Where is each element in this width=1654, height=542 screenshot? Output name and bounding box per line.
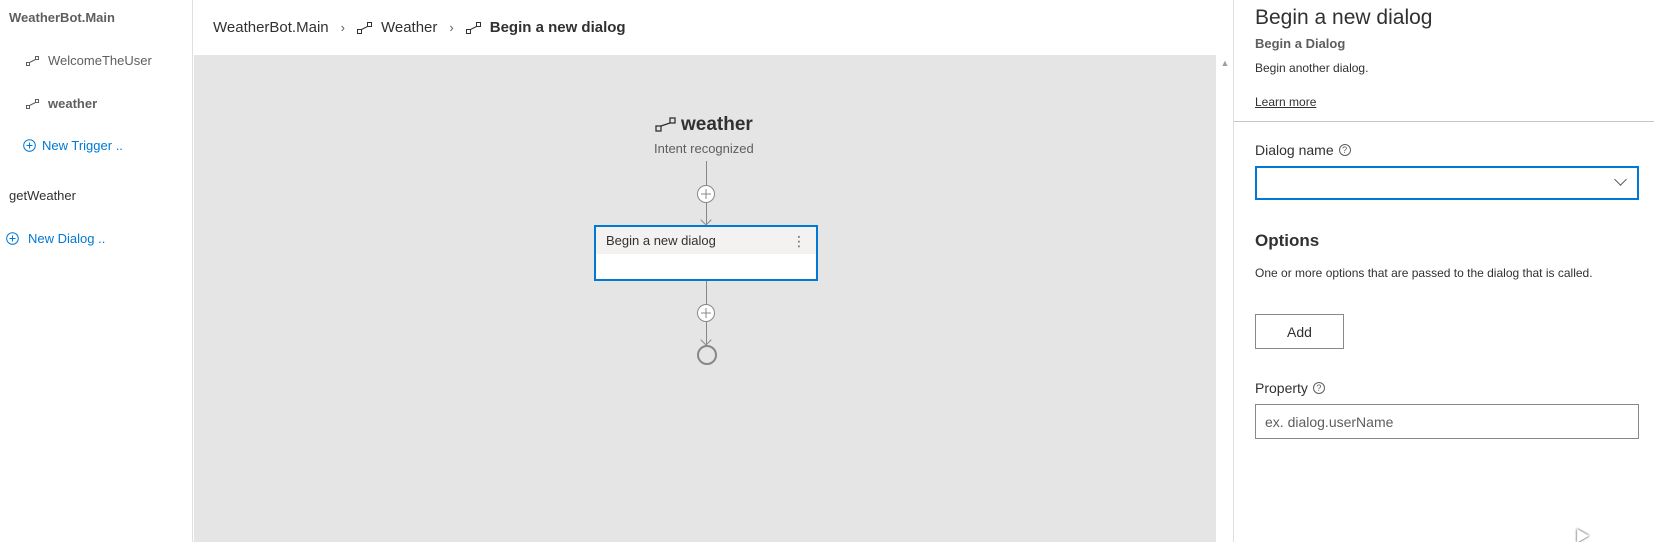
sidebar-dialog-label: WeatherBot.Main bbox=[9, 10, 115, 25]
dialog-name-dropdown[interactable] bbox=[1255, 166, 1639, 200]
plus-icon bbox=[701, 189, 711, 199]
property-label: Property ? bbox=[1255, 380, 1325, 396]
more-options-icon[interactable]: ⋮ bbox=[792, 234, 806, 248]
options-heading: Options bbox=[1255, 231, 1320, 250]
action-card-title: Begin a new dialog bbox=[606, 233, 716, 248]
divider bbox=[1234, 121, 1654, 122]
panel-subtitle: Begin a Dialog bbox=[1255, 36, 1346, 51]
sidebar-trigger-welcometheuser[interactable]: WelcomeTheUser bbox=[26, 53, 152, 68]
trigger-icon bbox=[465, 21, 482, 35]
trigger-node-subtitle: Intent recognized bbox=[654, 141, 754, 156]
sidebar-dialog-label: getWeather bbox=[9, 188, 76, 203]
options-description: One or more options that are passed to t… bbox=[1255, 266, 1593, 280]
new-dialog-button[interactable]: New Dialog .. bbox=[6, 231, 105, 246]
dialog-name-label: Dialog name ? bbox=[1255, 142, 1351, 158]
help-icon[interactable]: ? bbox=[1312, 382, 1325, 394]
panel-description: Begin another dialog. bbox=[1255, 61, 1369, 75]
chevron-right-icon: › bbox=[340, 20, 345, 35]
trigger-icon bbox=[26, 98, 40, 110]
learn-more-link[interactable]: Learn more bbox=[1255, 95, 1316, 109]
action-card-begin-dialog[interactable]: Begin a new dialog ⋮ bbox=[594, 225, 818, 281]
panel-title: Begin a new dialog bbox=[1255, 6, 1433, 29]
property-panel: Begin a new dialog Begin a Dialog Begin … bbox=[1233, 0, 1654, 542]
add-action-button[interactable] bbox=[697, 185, 715, 203]
new-dialog-label: New Dialog .. bbox=[28, 231, 106, 246]
breadcrumb-label: Weather bbox=[380, 19, 438, 36]
add-circle-icon bbox=[6, 232, 19, 245]
scroll-up-icon[interactable]: ▲ bbox=[1218, 56, 1232, 70]
plus-icon bbox=[701, 308, 711, 318]
add-action-button[interactable] bbox=[697, 304, 715, 322]
help-icon[interactable]: ? bbox=[1338, 144, 1351, 156]
breadcrumb: WeatherBot.Main › Weather › Begin a new … bbox=[194, 0, 1232, 55]
breadcrumb-item-current[interactable]: Begin a new dialog bbox=[465, 19, 626, 36]
chevron-right-icon: › bbox=[449, 20, 454, 35]
new-trigger-button[interactable]: New Trigger .. bbox=[23, 138, 123, 153]
trigger-icon bbox=[26, 55, 40, 67]
new-trigger-label: New Trigger .. bbox=[42, 138, 123, 153]
trigger-icon bbox=[655, 116, 677, 134]
add-option-button[interactable]: Add bbox=[1255, 314, 1344, 349]
dialog-name-label-text: Dialog name bbox=[1255, 142, 1334, 158]
action-card-header: Begin a new dialog ⋮ bbox=[596, 227, 816, 254]
breadcrumb-item-main[interactable]: WeatherBot.Main bbox=[213, 19, 329, 36]
trigger-icon bbox=[356, 21, 373, 35]
sidebar-dialog-weatherbot-main[interactable]: WeatherBot.Main bbox=[9, 10, 115, 25]
add-circle-icon bbox=[23, 139, 36, 152]
trigger-node-title[interactable]: weather bbox=[655, 114, 753, 136]
sidebar-trigger-label: WelcomeTheUser bbox=[48, 53, 152, 68]
end-node-icon bbox=[697, 345, 717, 365]
sidebar-trigger-label: weather bbox=[48, 96, 98, 111]
sidebar-trigger-weather[interactable]: weather bbox=[26, 96, 97, 111]
breadcrumb-item-weather[interactable]: Weather bbox=[356, 19, 438, 36]
chevron-down-icon bbox=[1614, 173, 1627, 186]
dialog-tree-sidebar: WeatherBot.Main WelcomeTheUser weather N… bbox=[0, 0, 193, 542]
sidebar-dialog-getweather[interactable]: getWeather bbox=[9, 188, 76, 203]
property-input[interactable] bbox=[1255, 404, 1639, 439]
breadcrumb-label: WeatherBot.Main bbox=[213, 19, 329, 36]
breadcrumb-label: Begin a new dialog bbox=[489, 19, 626, 36]
trigger-node-label: weather bbox=[681, 114, 753, 135]
property-label-text: Property bbox=[1255, 380, 1308, 396]
